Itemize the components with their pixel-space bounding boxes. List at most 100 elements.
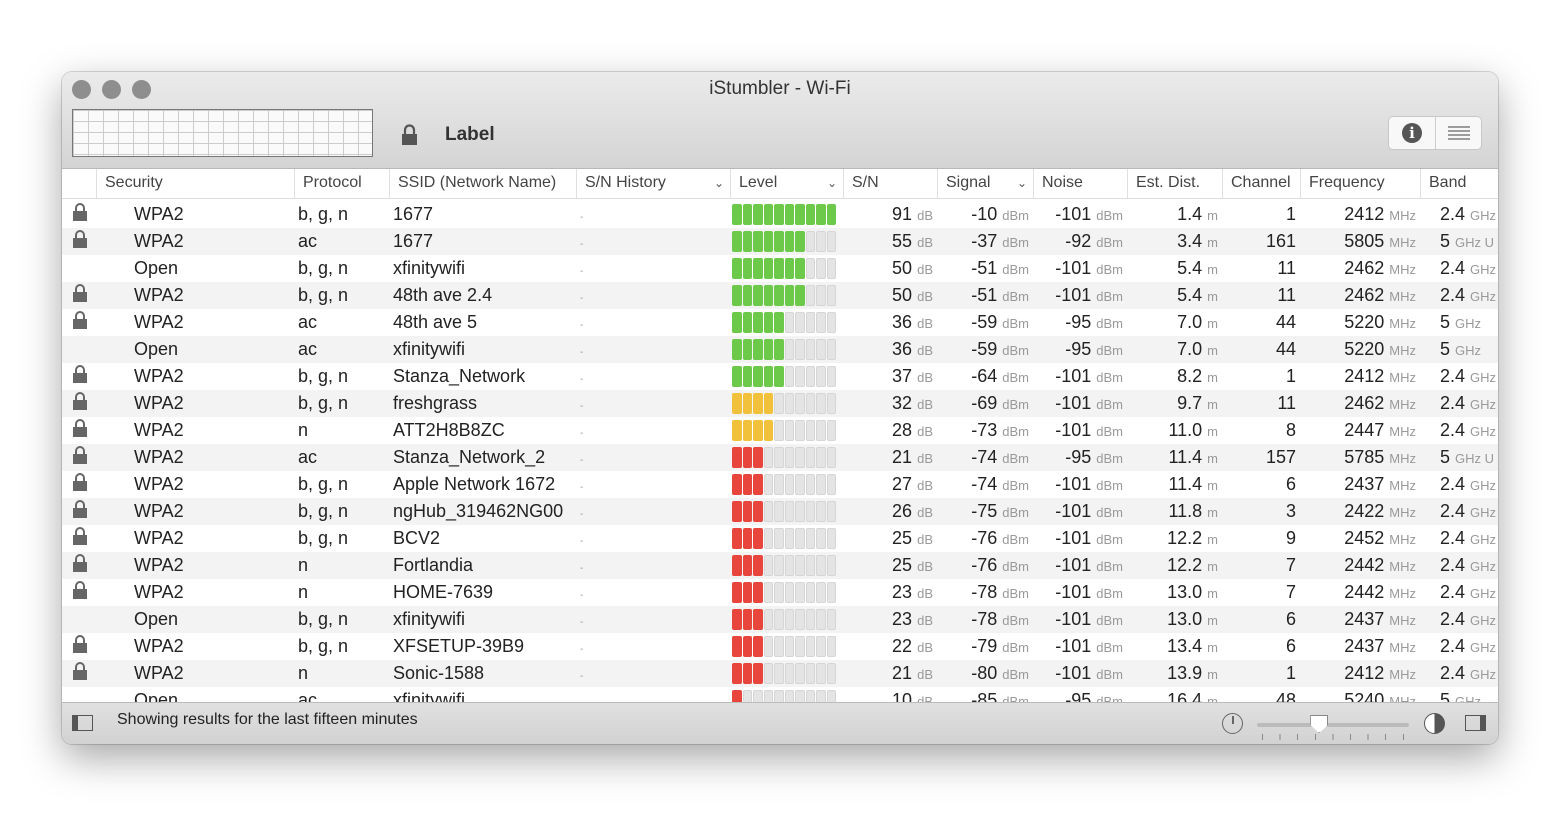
sn-history-sparkline: - — [580, 563, 584, 574]
table-row[interactable]: Openacxfinitywifi-10 dB-85 dBm-95 dBm16.… — [62, 687, 1498, 702]
cell-channel: 9 — [1222, 528, 1300, 549]
band-unit: GHz — [1470, 208, 1497, 223]
column-header-ssid[interactable]: SSID (Network Name) — [389, 169, 576, 198]
cell-ssid: Fortlandia — [389, 555, 576, 576]
distance-value: 16.4 — [1167, 690, 1203, 702]
cell-security: WPA2 — [96, 366, 294, 387]
frequency-unit: MHz — [1389, 640, 1416, 655]
level-segment — [742, 582, 752, 603]
level-segment — [816, 231, 826, 252]
frequency-unit: MHz — [1389, 424, 1416, 439]
list-button[interactable] — [1435, 117, 1481, 149]
band-value: 2.4 — [1440, 663, 1466, 683]
level-segment — [753, 582, 763, 603]
table-row[interactable]: WPA2 b, g, n BCV2-25 dB -76 dBm -101 dBm 12.2… — [62, 525, 1498, 552]
cell-band: 5 GHz — [1420, 690, 1498, 702]
level-segment — [795, 393, 805, 414]
column-header-label: Signal — [946, 174, 991, 191]
table-row[interactable]: Open ac xfinitywifi -36 dB -59 dBm -95 dBm 7.0… — [62, 336, 1498, 363]
frequency-value: 5785 — [1344, 447, 1385, 467]
table-row[interactable]: WPA2 n ATT2H8B8ZC -28 dB -73 dBm -101 dBm 11.0… — [62, 417, 1498, 444]
level-segment — [805, 582, 815, 603]
channel-value: 161 — [1265, 231, 1296, 251]
cell-level — [730, 339, 843, 360]
contrast-icon[interactable] — [1424, 713, 1445, 734]
sn-value: 50 — [892, 285, 913, 305]
table-row[interactable]: WPA2 b, g, n ngHub_319462NG00-26 dB -75 dBm… — [62, 498, 1498, 525]
table-row[interactable]: WPA2 n HOME-7639-23 dB -78 dBm -101 dBm 13.0 … — [62, 579, 1498, 606]
cell-lock — [62, 283, 96, 308]
sidebar-right-toggle-icon[interactable] — [1465, 715, 1486, 731]
table-row[interactable]: WPA2 b, g, n 48th ave 2.4-50 dB -51 dBm -101… — [62, 282, 1498, 309]
level-segment — [774, 663, 784, 684]
network-table[interactable]: WPA2 b, g, n 1677-91 dB -10 dBm -101 dBm 1.4 … — [62, 201, 1498, 702]
cell-security: WPA2 — [96, 393, 294, 414]
column-header-history[interactable]: S/N History ⌄ — [576, 169, 730, 198]
level-meter — [732, 420, 839, 441]
level-segment — [763, 555, 773, 576]
column-header-security[interactable]: Security — [96, 169, 294, 198]
time-slider[interactable] — [1257, 715, 1409, 733]
level-segment — [732, 501, 742, 522]
table-row[interactable]: WPA2 n Fortlandia -25 dB -76 dBm -101 dBm 12.2… — [62, 552, 1498, 579]
cell-freq: 2437 MHz — [1300, 636, 1420, 657]
sidebar-left-toggle-icon[interactable] — [72, 715, 93, 731]
sn-value: 36 — [892, 312, 913, 332]
ssid: 48th ave 5 — [393, 312, 478, 332]
table-row[interactable]: Open b, g, n xfinitywifi -50 dB -51 dBm -101 … — [62, 255, 1498, 282]
table-row[interactable]: WPA2 b, g, n Apple Network 1672-27 dB -74 d… — [62, 471, 1498, 498]
chevron-down-icon[interactable]: ⌄ — [827, 169, 837, 197]
security: WPA2 — [134, 447, 184, 467]
level-segment — [826, 555, 836, 576]
cell-lock — [62, 391, 96, 416]
table-row[interactable]: WPA2 ac 1677-55 dB -37 dBm -92 dBm 3.4 m 161 58… — [62, 228, 1498, 255]
cell-sn: 55 dB — [843, 231, 937, 252]
column-header-protocol[interactable]: Protocol — [294, 169, 389, 198]
column-header-channel[interactable]: Channel — [1222, 169, 1300, 198]
cell-level — [730, 609, 843, 630]
cell-level — [730, 231, 843, 252]
cell-history: - — [576, 474, 730, 495]
cell-channel: 6 — [1222, 609, 1300, 630]
cell-security: Open — [96, 690, 294, 702]
column-header-noise[interactable]: Noise — [1033, 169, 1127, 198]
column-header-level[interactable]: Level ⌄ — [730, 169, 843, 198]
table-row[interactable]: WPA2 n Sonic-1588-21 dB -80 dBm -101 dBm 13.9… — [62, 660, 1498, 687]
table-row[interactable]: Open b, g, n xfinitywifi -23 dB -78 dBm -101 … — [62, 606, 1498, 633]
cell-channel: 6 — [1222, 474, 1300, 495]
column-header-band[interactable]: Band — [1420, 169, 1498, 198]
table-row[interactable]: WPA2 b, g, n freshgrass -32 dB -69 dBm -101 d… — [62, 390, 1498, 417]
protocol: b, g, n — [298, 258, 349, 278]
noise-unit: dBm — [1096, 451, 1123, 466]
column-header-signal[interactable]: Signal ⌄ — [937, 169, 1033, 198]
frequency-value: 2442 — [1344, 582, 1385, 602]
protocol: b, g, n — [298, 636, 349, 656]
info-button[interactable]: i — [1389, 117, 1435, 149]
column-header-freq[interactable]: Frequency — [1300, 169, 1420, 198]
chevron-down-icon[interactable]: ⌄ — [1017, 169, 1027, 197]
table-row[interactable]: WPA2 b, g, n XFSETUP-39B9-22 dB -79 dBm -101… — [62, 633, 1498, 660]
slider-knob[interactable] — [1310, 715, 1329, 733]
sn-history-sparkline: - — [580, 212, 584, 223]
cell-history: - — [576, 204, 730, 225]
sn-value: 36 — [892, 339, 913, 359]
distance-unit: m — [1207, 370, 1218, 385]
level-segment — [795, 258, 805, 279]
ssid: Stanza_Network_2 — [393, 447, 546, 467]
sn-value: 27 — [892, 474, 913, 494]
signal-unit: dBm — [1002, 505, 1029, 520]
table-row[interactable]: WPA2 b, g, n 1677-91 dB -10 dBm -101 dBm 1.4 … — [62, 201, 1498, 228]
table-row[interactable]: WPA2 ac 48th ave 5-36 dB -59 dBm -95 dBm 7.0 … — [62, 309, 1498, 336]
level-segment — [753, 528, 763, 549]
signal-value: -51 — [971, 285, 998, 305]
cell-freq: 2412 MHz — [1300, 663, 1420, 684]
table-row[interactable]: WPA2 ac Stanza_Network_2-21 dB -74 dBm -95 d… — [62, 444, 1498, 471]
table-row[interactable]: WPA2 b, g, n Stanza_Network -37 dB -64 dBm -1… — [62, 363, 1498, 390]
column-header-sn[interactable]: S/N — [843, 169, 937, 198]
cell-lock — [62, 553, 96, 578]
column-header-dist[interactable]: Est. Dist. — [1127, 169, 1222, 198]
column-header-lock[interactable] — [62, 169, 96, 198]
chevron-down-icon[interactable]: ⌄ — [714, 169, 724, 197]
noise-unit: dBm — [1096, 316, 1123, 331]
cell-freq: 2437 MHz — [1300, 609, 1420, 630]
